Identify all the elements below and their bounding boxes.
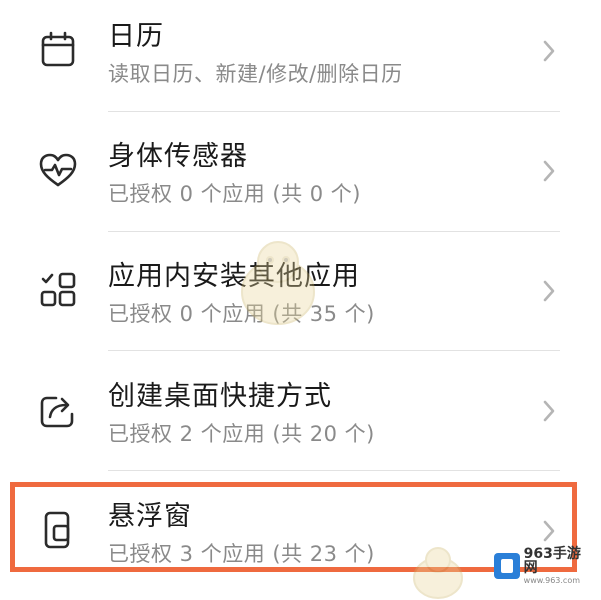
- divider: [108, 350, 560, 351]
- permissions-screen: 日历 读取日历、新建/修改/删除日历 身体传感器 已授权 0 个应用 (共 0 …: [0, 0, 601, 600]
- chevron-right-icon: [538, 156, 560, 186]
- floating-window-icon: [36, 508, 80, 552]
- divider: [108, 231, 560, 232]
- watermark-sub-text: www.963.com: [523, 576, 581, 585]
- mascot-watermark-icon: [408, 544, 468, 600]
- watermark-main-text: 963手游网: [523, 546, 581, 576]
- permission-subtitle: 读取日历、新建/修改/删除日历: [108, 62, 403, 86]
- permission-item-body-sensors[interactable]: 身体传感器 已授权 0 个应用 (共 0 个): [0, 120, 601, 238]
- permission-item-calendar[interactable]: 日历 读取日历、新建/修改/删除日历: [0, 0, 601, 118]
- permission-subtitle: 已授权 3 个应用 (共 23 个): [108, 542, 375, 566]
- site-logo-icon: [494, 553, 520, 579]
- permission-title: 悬浮窗: [108, 501, 192, 532]
- apps-grid-icon: [36, 268, 80, 312]
- permission-title: 日历: [108, 21, 164, 52]
- permission-title: 身体传感器: [108, 141, 248, 172]
- site-watermark: 963手游网 www.963.com: [494, 546, 594, 586]
- permission-subtitle: 已授权 2 个应用 (共 20 个): [108, 422, 375, 446]
- chevron-right-icon: [538, 396, 560, 426]
- calendar-icon: [36, 28, 80, 72]
- chevron-right-icon: [538, 516, 560, 546]
- permission-title: 创建桌面快捷方式: [108, 381, 332, 412]
- permission-item-desktop-shortcut[interactable]: 创建桌面快捷方式 已授权 2 个应用 (共 20 个): [0, 360, 601, 478]
- permission-subtitle: 已授权 0 个应用 (共 0 个): [108, 182, 361, 206]
- chevron-right-icon: [538, 276, 560, 306]
- divider: [108, 111, 560, 112]
- chevron-right-icon: [538, 36, 560, 66]
- share-shortcut-icon: [36, 388, 80, 432]
- heart-rate-icon: [36, 148, 80, 192]
- mascot-watermark-icon: [232, 236, 324, 332]
- divider: [108, 470, 560, 471]
